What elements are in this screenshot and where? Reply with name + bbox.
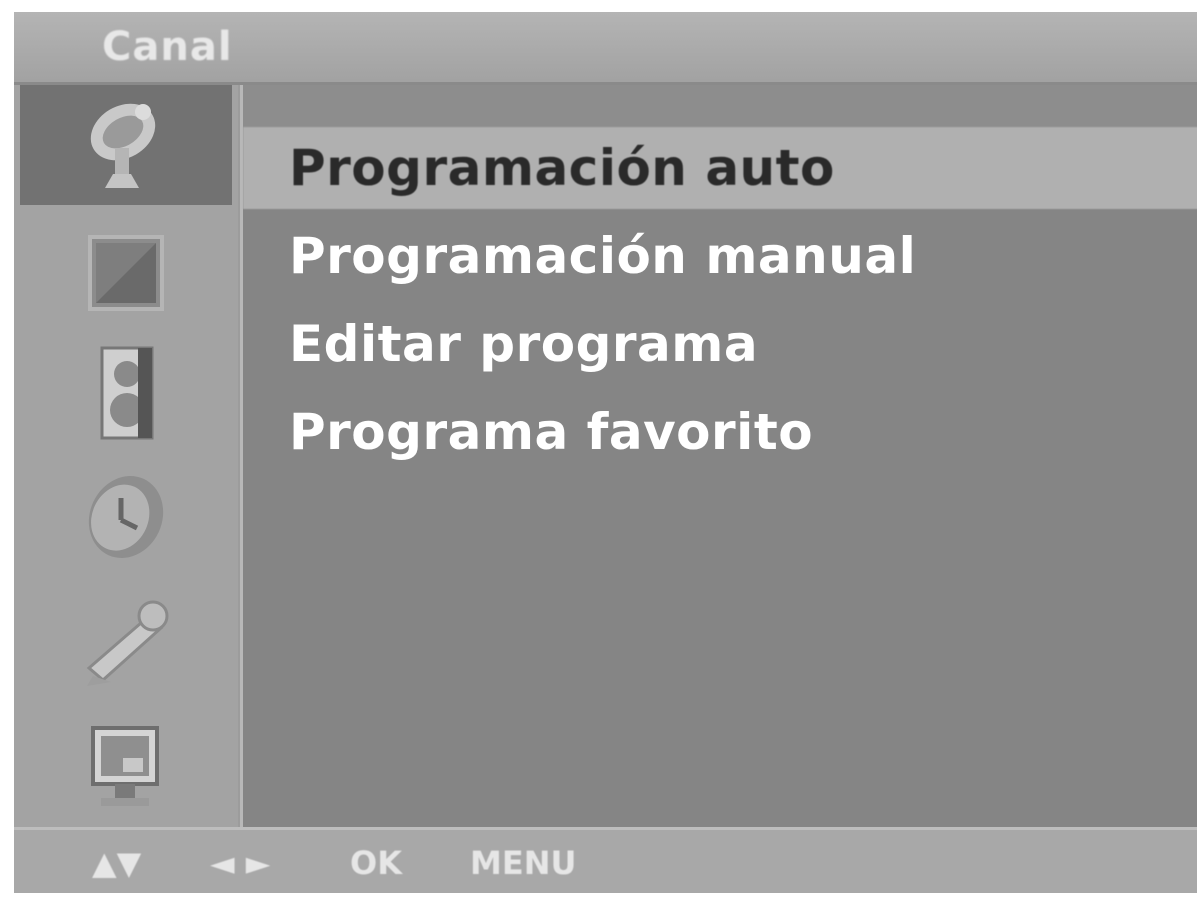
wrench-icon (86, 600, 169, 686)
title-bar: Canal (14, 12, 1197, 85)
sidebar-item-time[interactable] (14, 457, 238, 577)
menu-hint: MENU (470, 844, 577, 882)
menu-item-auto-programming[interactable]: Programación auto (243, 127, 1197, 209)
sidebar-item-option[interactable] (14, 581, 238, 701)
speaker-icon (100, 346, 154, 440)
picture-icon (88, 235, 164, 311)
clock-icon (88, 476, 164, 558)
button-hint-bar: ▲▼ ◄ ► OK MENU (14, 827, 1197, 893)
updown-arrows-icon: ▲▼ (92, 844, 142, 882)
menu-item-favorite-program[interactable]: Programa favorito (243, 391, 1197, 473)
sidebar-item-audio[interactable] (14, 333, 238, 453)
menu-panel: Programación auto Programación manual Ed… (240, 85, 1197, 827)
sidebar-item-picture[interactable] (14, 213, 238, 333)
menu-item-manual-programming[interactable]: Programación manual (243, 215, 1197, 297)
menu-item-edit-program[interactable]: Editar programa (243, 303, 1197, 385)
pc-monitor-icon (91, 726, 159, 806)
leftright-arrows-icon: ◄ ► (210, 844, 271, 882)
sidebar-item-pc[interactable] (14, 707, 238, 827)
satellite-dish-icon (90, 103, 156, 188)
sidebar (14, 85, 238, 827)
panel-header-strip (243, 85, 1197, 127)
sidebar-item-channel[interactable] (20, 85, 232, 205)
menu-title: Canal (102, 24, 233, 70)
osd-menu: Canal Programación auto Programación man… (14, 12, 1197, 893)
ok-hint: OK (350, 844, 402, 882)
